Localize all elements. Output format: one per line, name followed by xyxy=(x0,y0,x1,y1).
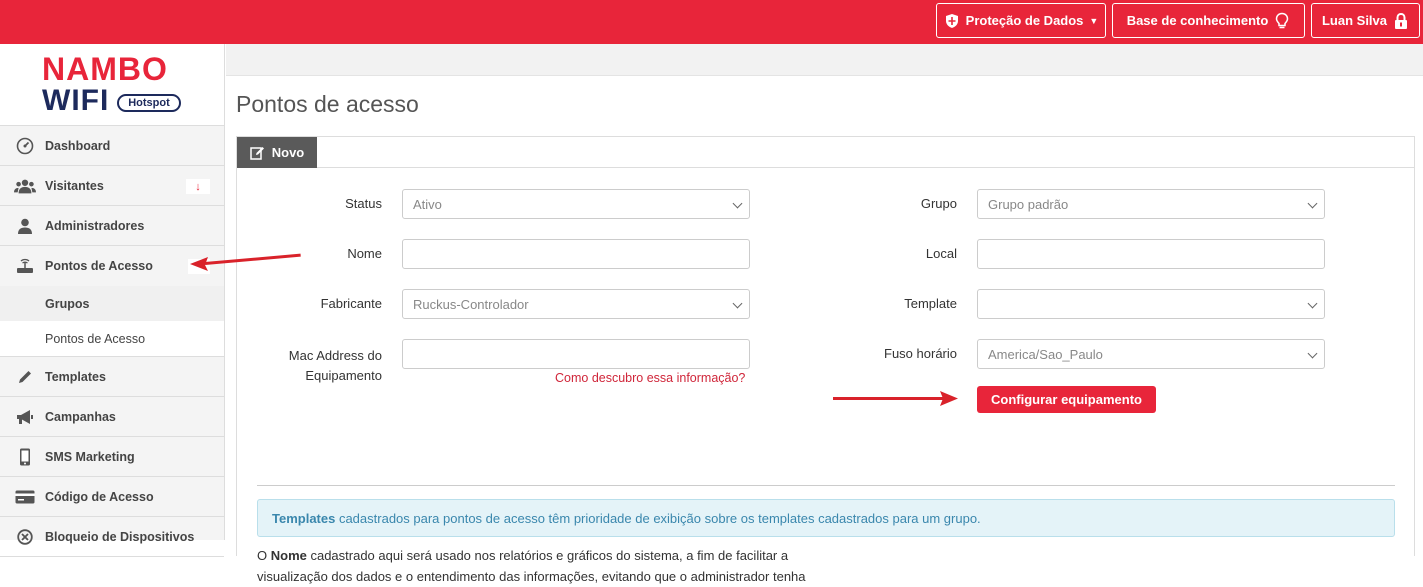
sidebar-subitem-pontos-de-acesso[interactable]: Pontos de Acesso xyxy=(0,321,224,357)
sidebar-item-bloqueio-de-dispositivos[interactable]: Bloqueio de Dispositivos xyxy=(0,517,224,557)
logo-text-nambo: NAMBO xyxy=(42,51,168,87)
alert-text: cadastrados para pontos de acesso têm pr… xyxy=(335,510,981,526)
status-label: Status xyxy=(345,196,382,211)
lock-icon xyxy=(1395,12,1408,29)
phone-icon xyxy=(14,448,36,466)
template-select[interactable] xyxy=(977,289,1325,319)
page-title: Pontos de acesso xyxy=(236,91,419,117)
users-icon xyxy=(14,177,36,195)
sidebar-item-templates[interactable]: Templates xyxy=(0,357,224,397)
sidebar-subitem-grupos[interactable]: Grupos xyxy=(0,286,224,321)
sidebar-item-label: Campanhas xyxy=(45,409,116,424)
caret-down-icon: ▼ xyxy=(1089,15,1099,26)
tab-divider xyxy=(317,167,1414,168)
sidebar-item-label: Administradores xyxy=(45,218,145,233)
sidebar-item-label: SMS Marketing xyxy=(45,449,135,464)
nambo-wifi-logo[interactable]: NAMBO WIFI Hotspot xyxy=(0,44,224,126)
sidebar-subitem-label: Pontos de Acesso xyxy=(45,331,146,346)
pencil-icon xyxy=(14,368,36,386)
grupo-label: Grupo xyxy=(920,196,957,211)
breadcrumb-bar xyxy=(226,44,1423,76)
mac-address-input[interactable] xyxy=(402,339,750,369)
status-select[interactable]: Ativo xyxy=(402,189,750,219)
sidebar-subitem-label: Grupos xyxy=(45,296,90,311)
annotation-arrow-button xyxy=(833,397,943,400)
mac-label-line1: Mac Address do xyxy=(288,348,382,363)
tab-label: Novo xyxy=(271,145,305,160)
para-bold: Nome xyxy=(270,548,307,563)
local-input[interactable] xyxy=(977,239,1325,269)
sidebar-item-label: Templates xyxy=(45,369,106,384)
user-icon xyxy=(14,217,36,235)
fabricante-label: Fabricante xyxy=(320,296,382,311)
dashboard-icon xyxy=(14,137,36,155)
sidebar-item-label: Bloqueio de Dispositivos xyxy=(45,529,195,544)
main-content: Pontos de acesso Novo Status Ativo Nome … xyxy=(226,44,1423,584)
sidebar-item-sms-marketing[interactable]: SMS Marketing xyxy=(0,437,224,477)
nome-input[interactable] xyxy=(402,239,750,269)
sidebar-item-dashboard[interactable]: Dashboard xyxy=(0,126,224,166)
shield-icon xyxy=(945,13,958,28)
alert-bold-text: Templates xyxy=(272,510,336,526)
grupo-select[interactable]: Grupo padrão xyxy=(977,189,1325,219)
user-menu-button[interactable]: Luan Silva xyxy=(1311,3,1420,38)
fuso-horario-select[interactable]: America/Sao_Paulo xyxy=(977,339,1325,369)
status-value: Ativo xyxy=(413,196,442,212)
sidebar-item-label: Código de Acesso xyxy=(45,489,154,504)
sidebar-item-label: Visitantes xyxy=(45,178,104,193)
arrow-head-left-icon xyxy=(190,257,208,271)
mac-help-link[interactable]: Como descubro essa informação? xyxy=(555,371,745,385)
sidebar: NAMBO WIFI Hotspot Dashboard Visitantes … xyxy=(0,44,225,557)
protecao-dados-button[interactable]: Proteção de Dados ▼ xyxy=(936,3,1106,38)
base-conhecimento-button[interactable]: Base de conhecimento xyxy=(1112,3,1305,38)
lightbulb-icon xyxy=(1276,12,1289,28)
router-icon xyxy=(14,257,36,275)
para-text: cadastrado aqui será usado nos relatório… xyxy=(257,548,806,584)
card-icon xyxy=(14,488,36,506)
fabricante-select[interactable]: Ruckus-Controlador xyxy=(402,289,750,319)
logo-text-wifi: WIFI xyxy=(42,84,110,117)
edit-icon xyxy=(250,146,264,160)
sidebar-item-visitantes[interactable]: Visitantes ↓ xyxy=(0,166,224,206)
visitantes-badge: ↓ xyxy=(186,179,210,194)
arrow-head-right-icon xyxy=(940,391,958,406)
megaphone-icon xyxy=(14,408,36,426)
configurar-equipamento-button[interactable]: Configurar equipamento xyxy=(977,386,1156,413)
help-paragraph: O Nome cadastrado aqui será usado nos re… xyxy=(257,545,817,587)
local-label: Local xyxy=(925,246,957,261)
sidebar-item-campanhas[interactable]: Campanhas xyxy=(0,397,224,437)
fuso-label: Fuso horário xyxy=(884,346,957,361)
sidebar-item-label: Dashboard xyxy=(45,138,111,153)
sidebar-item-codigo-de-acesso[interactable]: Código de Acesso xyxy=(0,477,224,517)
fabricante-value: Ruckus-Controlador xyxy=(413,296,529,312)
tab-novo[interactable]: Novo xyxy=(237,137,317,168)
logo-hotspot-badge: Hotspot xyxy=(117,94,181,112)
template-label: Template xyxy=(904,296,957,311)
para-prefix: O xyxy=(257,548,271,563)
protecao-dados-label: Proteção de Dados xyxy=(965,13,1084,28)
block-icon xyxy=(14,528,36,546)
mac-label: Mac Address do Equipamento xyxy=(257,346,382,386)
divider xyxy=(257,485,1395,486)
fuso-value: America/Sao_Paulo xyxy=(988,346,1103,362)
user-name-label: Luan Silva xyxy=(1321,13,1388,28)
base-conhecimento-label: Base de conhecimento xyxy=(1126,13,1269,28)
sidebar-item-label: Pontos de Acesso xyxy=(45,259,153,273)
form-panel: Novo Status Ativo Nome Fabricante Ruckus… xyxy=(236,136,1415,584)
info-alert: Templates cadastrados para pontos de ace… xyxy=(257,499,1395,537)
sidebar-item-administradores[interactable]: Administradores xyxy=(0,206,224,246)
mac-label-line2: Equipamento xyxy=(305,368,382,383)
top-bar: Proteção de Dados ▼ Base de conhecimento… xyxy=(0,0,1423,44)
grupo-value: Grupo padrão xyxy=(988,196,1069,212)
